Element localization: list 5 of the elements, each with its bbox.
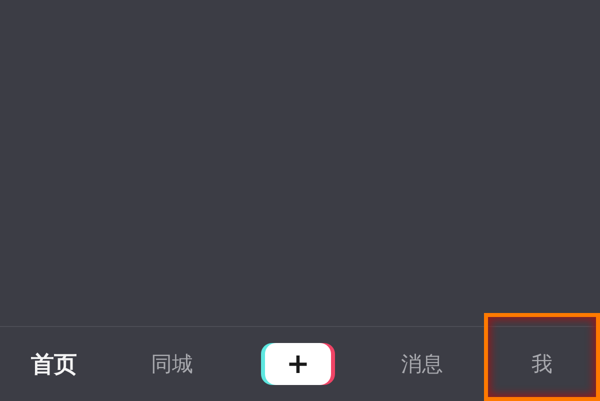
tab[interactable]: 首页 xyxy=(29,344,79,384)
create-button[interactable]: + xyxy=(265,343,331,385)
tab[interactable]: 同城 xyxy=(149,346,195,382)
tab[interactable]: 消息 xyxy=(399,346,445,382)
tab[interactable]: 我 xyxy=(530,346,554,382)
